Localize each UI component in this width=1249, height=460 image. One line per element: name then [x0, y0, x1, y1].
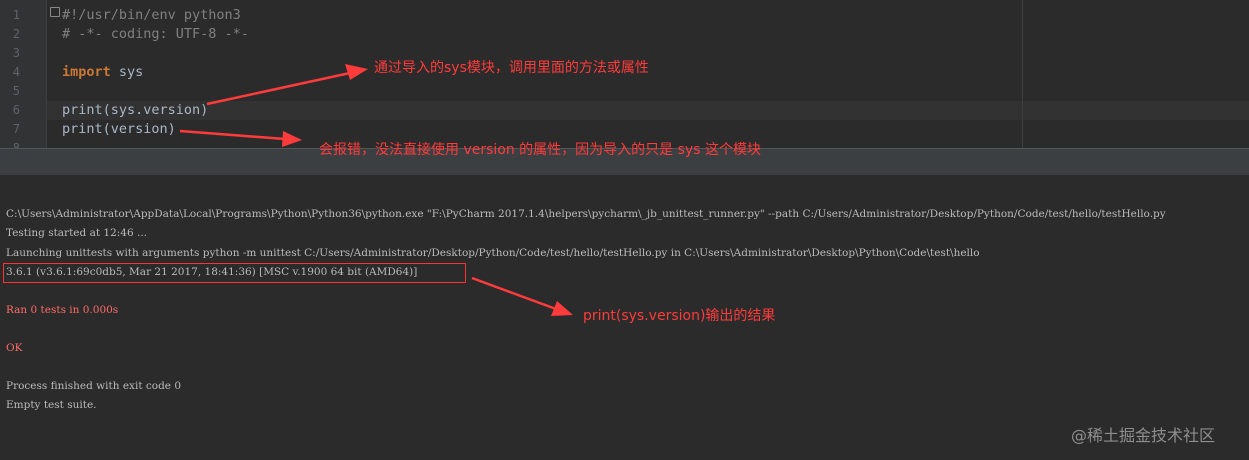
line-number: 2	[12, 27, 20, 41]
console-line-ran-tests: Ran 0 tests in 0.000s	[6, 304, 119, 316]
line-number: 5	[12, 84, 20, 98]
run-console[interactable]: C:\Users\Administrator\AppData\Local\Pro…	[0, 200, 1249, 460]
console-line-launching: Launching unittests with arguments pytho…	[6, 247, 980, 259]
code-line-print-version: print(version)	[62, 121, 176, 137]
console-line-command: C:\Users\Administrator\AppData\Local\Pro…	[6, 208, 1166, 220]
console-line-ok: OK	[6, 342, 23, 354]
right-margin-guide	[1022, 0, 1023, 148]
console-line-empty-suite: Empty test suite.	[6, 399, 97, 411]
code-line-encoding: # -*- coding: UTF-8 -*-	[62, 26, 249, 42]
import-keyword: import	[62, 64, 111, 80]
line-number: 7	[12, 122, 20, 136]
console-line-testing-started: Testing started at 12:46 ...	[6, 227, 147, 239]
code-line-shebang: #!/usr/bin/env python3	[62, 7, 241, 23]
line-number-gutter: 1 2 3 4 5 6 7 8	[0, 0, 47, 148]
line-number: 3	[12, 46, 20, 60]
code-line-import: import sys	[62, 63, 143, 82]
import-module: sys	[110, 64, 144, 80]
annotation-note-output: print(sys.version)输出的结果	[583, 308, 776, 324]
code-line-print-sys-version: print(sys.version)	[62, 102, 209, 118]
line-number: 6	[12, 103, 20, 117]
annotation-note-import: 通过导入的sys模块，调用里面的方法或属性	[374, 60, 649, 76]
line-number: 8	[12, 141, 20, 148]
line-number: 1	[12, 8, 20, 22]
console-line-process-finished: Process finished with exit code 0	[6, 380, 182, 392]
version-output-highlight-box	[3, 263, 466, 283]
line-number: 4	[12, 65, 20, 79]
current-line-highlight	[47, 101, 1249, 120]
watermark: @稀土掘金技术社区	[1071, 426, 1216, 445]
annotation-note-error: 会报错，没法直接使用 version 的属性，因为导入的只是 sys 这个模块	[319, 142, 761, 158]
fold-marker-icon[interactable]	[50, 7, 60, 17]
